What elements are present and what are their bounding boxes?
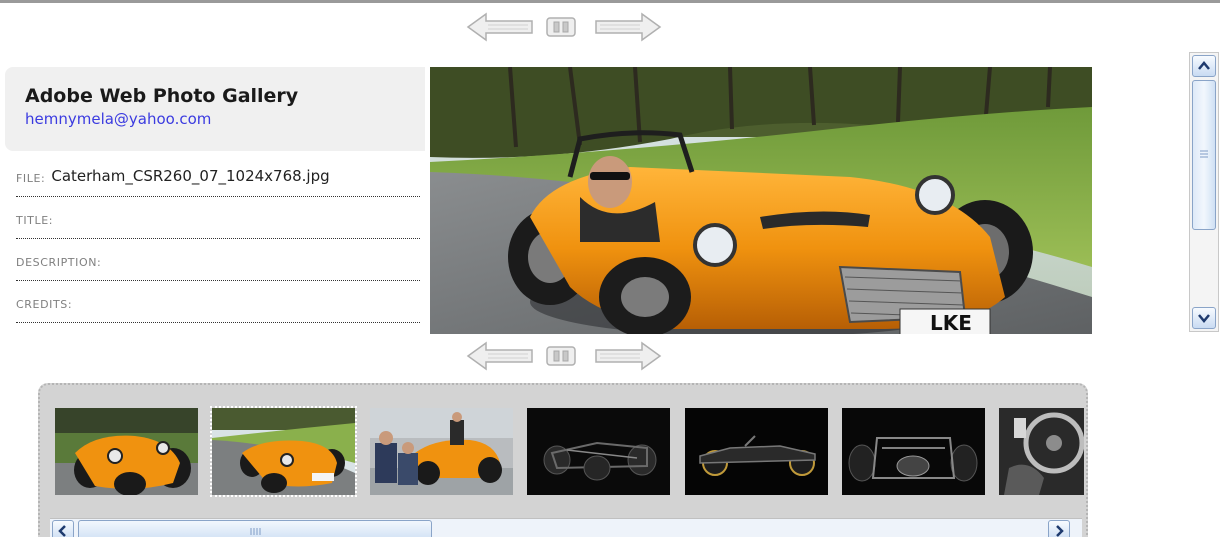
thumbnail-strip bbox=[38, 383, 1088, 537]
arrow-right-icon[interactable] bbox=[594, 12, 662, 42]
top-divider bbox=[0, 0, 1220, 3]
pause-icon[interactable] bbox=[546, 346, 576, 366]
scroll-up-button[interactable] bbox=[1192, 55, 1216, 77]
thumbnail-3[interactable] bbox=[370, 408, 513, 495]
thumbnail-image bbox=[999, 408, 1084, 495]
description-label: DESCRIPTION: bbox=[16, 256, 102, 269]
license-plate-text: LKE bbox=[930, 311, 972, 334]
photo-info-panel: Adobe Web Photo Gallery hemnymela@yahoo.… bbox=[5, 67, 425, 323]
thumbnail-7[interactable] bbox=[999, 408, 1084, 495]
horizontal-scroll-thumb[interactable] bbox=[78, 520, 432, 537]
arrow-left-icon[interactable] bbox=[466, 341, 534, 371]
thumbnail-image bbox=[212, 408, 355, 495]
grip-icon bbox=[1200, 150, 1208, 158]
thumbnail-6[interactable] bbox=[842, 408, 985, 495]
thumbnail-4[interactable] bbox=[527, 408, 670, 495]
scroll-left-button[interactable] bbox=[52, 520, 74, 537]
thumbnail-5[interactable] bbox=[685, 408, 828, 495]
title-label: TITLE: bbox=[16, 214, 54, 227]
slideshow-controls-bottom bbox=[466, 341, 666, 371]
grip-icon bbox=[250, 528, 261, 535]
file-value: Caterham_CSR260_07_1024x768.jpg bbox=[51, 167, 330, 185]
vertical-scroll-thumb[interactable] bbox=[1192, 80, 1216, 230]
thumbnail-image bbox=[685, 408, 828, 495]
pause-icon[interactable] bbox=[546, 17, 576, 37]
file-row: FILE: Caterham_CSR260_07_1024x768.jpg bbox=[16, 151, 420, 197]
chevron-left-icon bbox=[58, 525, 66, 537]
gallery-header: Adobe Web Photo Gallery hemnymela@yahoo.… bbox=[5, 67, 425, 151]
thumbnail-image bbox=[370, 408, 513, 495]
horizontal-scrollbar[interactable] bbox=[50, 518, 1082, 537]
scroll-right-button[interactable] bbox=[1048, 520, 1070, 537]
slideshow-controls-top bbox=[466, 12, 666, 42]
credits-row: CREDITS: bbox=[16, 281, 420, 323]
thumbnail-1[interactable] bbox=[55, 408, 198, 495]
thumbnail-2[interactable] bbox=[210, 406, 357, 497]
arrow-right-icon[interactable] bbox=[594, 341, 662, 371]
arrow-left-icon[interactable] bbox=[466, 12, 534, 42]
contact-email-link[interactable]: hemnymela@yahoo.com bbox=[25, 108, 425, 130]
credits-label: CREDITS: bbox=[16, 298, 73, 311]
chevron-right-icon bbox=[1056, 525, 1064, 537]
main-photo[interactable]: LKE bbox=[430, 67, 1092, 334]
title-row: TITLE: bbox=[16, 197, 420, 239]
vertical-scrollbar[interactable] bbox=[1189, 52, 1219, 332]
file-label: FILE: bbox=[16, 172, 46, 185]
thumbnail-image bbox=[527, 408, 670, 495]
thumbnail-image bbox=[842, 408, 985, 495]
main-photo-image: LKE bbox=[430, 67, 1092, 334]
thumbnail-image bbox=[55, 408, 198, 495]
scroll-down-button[interactable] bbox=[1192, 307, 1216, 329]
gallery-title: Adobe Web Photo Gallery bbox=[25, 85, 299, 107]
chevron-up-icon bbox=[1198, 61, 1210, 70]
chevron-down-icon bbox=[1198, 314, 1210, 323]
description-row: DESCRIPTION: bbox=[16, 239, 420, 281]
